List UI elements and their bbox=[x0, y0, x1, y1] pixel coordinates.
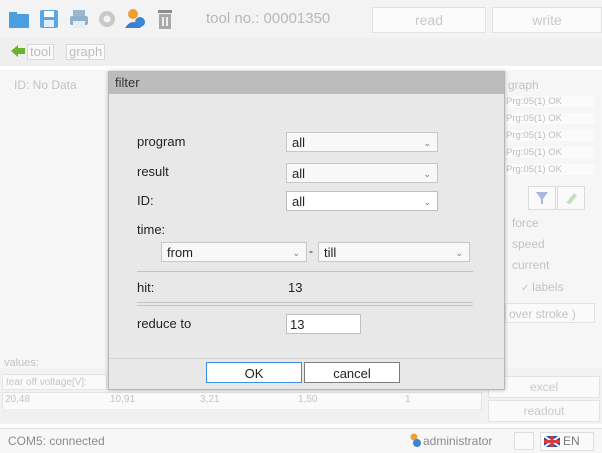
eraser-icon bbox=[566, 193, 577, 204]
values-label: values: bbox=[4, 357, 39, 369]
speed-option[interactable]: speed bbox=[512, 237, 545, 251]
id-select[interactable]: all ⌄ bbox=[286, 191, 438, 211]
print-icon[interactable] bbox=[68, 8, 90, 30]
divider bbox=[109, 358, 504, 359]
chevron-down-icon: ⌄ bbox=[423, 169, 431, 179]
tear-off-voltage-header: tear off voltage[V]: bbox=[2, 374, 107, 390]
graph-list-item[interactable]: Prg:05(1) OK bbox=[506, 113, 594, 124]
graph-label: graph bbox=[508, 78, 539, 92]
filter-icon bbox=[536, 192, 548, 204]
notes-icon[interactable] bbox=[514, 432, 534, 450]
time-range-dash: - bbox=[309, 244, 313, 258]
program-label: program bbox=[137, 134, 186, 149]
id-text: ID: No Data bbox=[14, 78, 77, 92]
chevron-down-icon: ⌄ bbox=[423, 138, 431, 148]
left-panel bbox=[0, 70, 108, 370]
till-value: till bbox=[324, 245, 337, 260]
user-name: administrator bbox=[423, 434, 493, 448]
open-folder-icon[interactable] bbox=[8, 8, 30, 30]
uk-flag-icon bbox=[544, 436, 560, 447]
labels-label: labels bbox=[532, 280, 564, 294]
value-cell: 20,48 bbox=[5, 394, 31, 405]
dialog-title: filter bbox=[115, 75, 140, 90]
divider bbox=[137, 302, 473, 303]
program-value: all bbox=[292, 135, 306, 150]
reduce-to-label: reduce to bbox=[137, 316, 192, 331]
id-value: all bbox=[292, 194, 306, 209]
user-status-icon bbox=[408, 433, 422, 450]
language-select[interactable]: EN bbox=[540, 432, 594, 451]
tool-number: tool no.: 00001350 bbox=[206, 10, 331, 27]
ok-button[interactable]: OK bbox=[206, 362, 302, 383]
cancel-button[interactable]: cancel bbox=[304, 362, 400, 383]
save-icon[interactable] bbox=[38, 8, 60, 30]
reduce-to-input[interactable]: 13 bbox=[286, 314, 361, 334]
from-select[interactable]: from ⌄ bbox=[161, 242, 307, 262]
nav-link-graph[interactable]: graph bbox=[66, 44, 106, 60]
graph-list-item[interactable]: Prg:05(1) OK bbox=[506, 147, 594, 158]
toolbar: tool no.: 00001350 read write bbox=[0, 0, 602, 38]
value-cell: 1 bbox=[405, 394, 411, 405]
trash-icon[interactable] bbox=[154, 8, 176, 30]
nav-link-tool[interactable]: tool bbox=[27, 44, 54, 60]
write-button[interactable]: write bbox=[492, 7, 602, 33]
chevron-down-icon: ⌄ bbox=[292, 248, 300, 258]
graph-list-item[interactable]: Prg:05(1) OK bbox=[506, 164, 594, 175]
user-icon[interactable] bbox=[124, 8, 146, 30]
from-value: from bbox=[167, 245, 193, 260]
dialog-title-bar[interactable]: filter bbox=[109, 72, 504, 94]
result-value: all bbox=[292, 166, 306, 181]
value-cell: 10,91 bbox=[110, 394, 136, 405]
value-cell: 1,50 bbox=[298, 394, 318, 405]
status-bar: COM5: connected administrator EN bbox=[0, 428, 602, 453]
chevron-down-icon: ⌄ bbox=[423, 197, 431, 207]
divider bbox=[137, 305, 473, 306]
value-cell: 3,21 bbox=[200, 394, 220, 405]
hit-value: 13 bbox=[288, 280, 303, 295]
force-option[interactable]: force bbox=[512, 216, 539, 230]
graph-list-item[interactable]: Prg:05(1) OK bbox=[506, 96, 594, 107]
program-select[interactable]: all ⌄ bbox=[286, 132, 438, 152]
filter-button[interactable] bbox=[528, 186, 556, 210]
result-select[interactable]: all ⌄ bbox=[286, 163, 438, 183]
back-arrow-icon[interactable] bbox=[10, 44, 26, 61]
till-select[interactable]: till ⌄ bbox=[318, 242, 470, 262]
graph-list-item[interactable]: Prg:05(1) OK bbox=[506, 130, 594, 141]
eraser-button[interactable] bbox=[557, 186, 585, 210]
id-label: ID: bbox=[137, 193, 154, 208]
result-label: result bbox=[137, 164, 169, 179]
filter-dialog: filter program all ⌄ result all ⌄ ID: all ⌄… bbox=[108, 71, 505, 390]
readout-button[interactable]: readout bbox=[488, 400, 600, 422]
chevron-down-icon: ⌄ bbox=[455, 248, 463, 258]
navigation-bar: tool graph bbox=[0, 38, 602, 66]
language-label: EN bbox=[563, 434, 580, 448]
divider bbox=[137, 271, 473, 272]
settings-gear-icon[interactable] bbox=[96, 8, 118, 30]
time-label: time: bbox=[137, 222, 166, 237]
read-button[interactable]: read bbox=[372, 7, 486, 33]
hit-label: hit: bbox=[137, 280, 155, 295]
current-option[interactable]: current bbox=[512, 258, 549, 272]
connection-status: COM5: connected bbox=[8, 434, 105, 448]
horizontal-scrollbar[interactable] bbox=[2, 409, 480, 419]
over-stroke-select[interactable]: over stroke ) bbox=[505, 303, 595, 323]
labels-checkbox[interactable]: ✓ labels bbox=[521, 280, 564, 294]
